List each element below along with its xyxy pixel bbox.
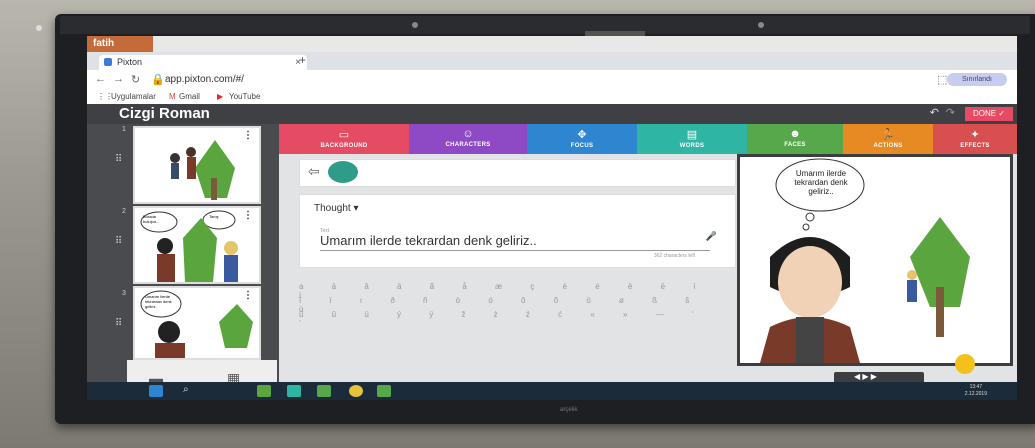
- done-button[interactable]: DONE ✓: [965, 107, 1013, 121]
- drag-handle-icon[interactable]: ⠿: [115, 318, 122, 329]
- speech-bubble-text: Burada buluşur...: [143, 214, 160, 224]
- app-icon[interactable]: [317, 385, 331, 397]
- preview-thought-text: Umarım ilerde tekrardan denk geliriz..: [794, 169, 848, 196]
- thought-bubble-text: Umarım ilerde tekrardan denk geliriz.: [145, 294, 172, 309]
- microphone-icon[interactable]: 🎤: [706, 231, 717, 242]
- panel-thumbnail-1[interactable]: ⋮: [133, 126, 261, 204]
- monitor-brand: arçelik: [560, 407, 578, 413]
- speech-bubble-text: Tanış: [209, 214, 219, 219]
- panel-thumbnail-2[interactable]: ⋮ Burada buluşur... Tanış: [133, 206, 261, 284]
- input-underline: [320, 250, 710, 251]
- tab-characters[interactable]: ☺ CHARACTERS: [409, 124, 527, 154]
- sparkle-icon: ✦: [970, 129, 980, 141]
- selected-character-avatar[interactable]: [328, 161, 358, 183]
- selection-row: ⇦: [299, 159, 736, 187]
- word-editor: Thought ▾ Text Umarım ilerde tekrardan d…: [299, 194, 736, 268]
- back-icon[interactable]: ←: [95, 73, 106, 85]
- app-icon[interactable]: [377, 385, 391, 397]
- chat-icon[interactable]: [955, 354, 975, 374]
- bookmark-gmail[interactable]: Gmail: [179, 90, 200, 104]
- tab-faces[interactable]: ☻ FACES: [747, 124, 843, 154]
- panel-thumbnail-3[interactable]: ⋮ Umarım ilerde tekrardan denk geliriz.: [133, 286, 261, 360]
- tab-pixton[interactable]: Pixton ×: [99, 55, 307, 70]
- pixton-favicon-icon: [104, 58, 112, 66]
- screen: fatih Pixton × + ← → ↻ 🔒 app.pixton.com/…: [87, 36, 1017, 400]
- panel-number: 1: [122, 126, 126, 133]
- bookmark-youtube[interactable]: YouTube: [229, 90, 260, 104]
- bezel-top-strip: [60, 16, 1030, 34]
- panel-menu-icon[interactable]: ⋮: [243, 210, 253, 221]
- windows-taskbar: ⌕ 13:47 2.12.2019: [87, 382, 1017, 400]
- preview-art: [760, 158, 970, 363]
- tab-actions[interactable]: 🏃 ACTIONS: [843, 124, 933, 154]
- tab-background[interactable]: ▭ BACKGROUND: [279, 124, 409, 154]
- panel-menu-icon[interactable]: ⋮: [243, 130, 253, 141]
- move-icon: ✥: [577, 129, 587, 141]
- comic-title[interactable]: Cizgi Roman: [119, 105, 210, 122]
- system-clock[interactable]: 13:47 2.12.2019: [965, 384, 987, 398]
- bookmark-apps[interactable]: Uygulamalar: [111, 90, 156, 104]
- panel-menu-icon[interactable]: ⋮: [243, 290, 253, 301]
- new-tab-button[interactable]: +: [299, 53, 306, 67]
- lock-icon: 🔒: [151, 74, 165, 86]
- editor-area: ⇦ Thought ▾ Text Umarım ilerde tekrardan…: [279, 154, 1017, 400]
- tab-focus[interactable]: ✥ FOCUS: [527, 124, 637, 154]
- gmail-icon: M: [169, 92, 176, 101]
- redo-icon[interactable]: ↷: [946, 106, 955, 119]
- characters-left: 362 characters left: [653, 253, 695, 259]
- bookmarks-bar: ⋮⋮ Uygulamalar M Gmail ▶ YouTube: [87, 90, 1017, 105]
- face-icon: ☺: [462, 128, 474, 140]
- back-arrow-icon[interactable]: ⇦: [308, 163, 320, 180]
- drag-handle-icon[interactable]: ⠿: [115, 236, 122, 247]
- bubble-type-select[interactable]: Thought ▾: [314, 203, 359, 214]
- bezel-sensor: [412, 22, 418, 28]
- reload-icon[interactable]: ↻: [131, 73, 140, 86]
- panel-1-art: [170, 140, 235, 200]
- wall-mount: [36, 25, 42, 31]
- chevron-down-icon: ▾: [353, 203, 359, 214]
- panel-number: 2: [122, 208, 126, 215]
- chrome-icon[interactable]: [349, 385, 363, 397]
- panel-number: 3: [122, 290, 126, 297]
- tab-title: Pixton: [117, 57, 143, 67]
- panel-sidebar: 1 ⠿ ⋮ 2 ⠿ ⋮ Burada buluşur... Tanış 3 ⠿ …: [87, 124, 279, 400]
- tab-effects[interactable]: ✦ EFFECTS: [933, 124, 1017, 154]
- file-explorer-icon[interactable]: [257, 385, 271, 397]
- start-icon[interactable]: [149, 385, 163, 397]
- profile-badge[interactable]: Sınırlandı: [947, 73, 1007, 86]
- translate-icon[interactable]: ⬚: [937, 73, 947, 86]
- image-icon: ▭: [338, 129, 350, 141]
- tool-bar: ▭ BACKGROUND ☺ CHARACTERS ✥ FOCUS ▤ WORD…: [279, 124, 1017, 154]
- smile-icon: ☻: [789, 128, 801, 140]
- drag-handle-icon[interactable]: ⠿: [115, 154, 122, 165]
- app-header: Cizgi Roman ↶ ↷ DONE ✓: [87, 104, 1017, 124]
- run-icon: 🏃: [881, 129, 895, 141]
- undo-icon[interactable]: ↶: [930, 106, 939, 119]
- url-field[interactable]: app.pixton.com/#/: [165, 73, 865, 87]
- browser-tab-strip: Pixton × +: [87, 52, 1017, 70]
- panel-preview[interactable]: Umarım ilerde tekrardan denk geliriz..: [737, 154, 1013, 366]
- address-bar: ← → ↻ 🔒 app.pixton.com/#/ ⬚ ☆ Sınırlandı: [87, 70, 1017, 90]
- bezel-sensor: [758, 22, 764, 28]
- bubble-text-input[interactable]: Umarım ilerde tekrardan denk geliriz..: [320, 233, 537, 248]
- speech-icon: ▤: [686, 129, 698, 141]
- youtube-icon: ▶: [217, 92, 224, 101]
- mail-icon[interactable]: [287, 385, 301, 397]
- special-chars-row[interactable]: ú û ü ý ÿ ž ż ź ć « » — ‘ ’: [299, 310, 729, 328]
- forward-icon[interactable]: →: [113, 73, 124, 85]
- tab-words[interactable]: ▤ WORDS: [637, 124, 747, 154]
- fatih-banner: fatih: [87, 36, 153, 52]
- search-icon[interactable]: ⌕: [183, 384, 189, 395]
